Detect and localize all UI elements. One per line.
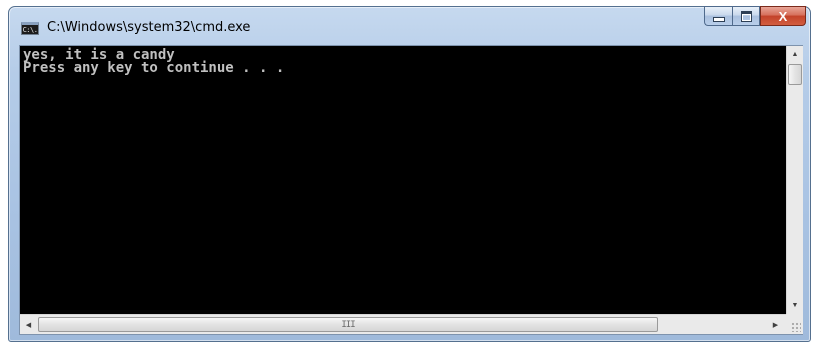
window-title: C:\Windows\system32\cmd.exe [47, 20, 251, 35]
cmd-icon[interactable]: C:\. [21, 22, 39, 35]
scroll-right-arrow-icon[interactable]: ▶ [767, 315, 784, 334]
console-output[interactable]: yes, it is a candy Press any key to cont… [20, 46, 786, 314]
console-text: yes, it is a candy Press any key to cont… [21, 48, 285, 76]
scroll-left-arrow-icon[interactable]: ◀ [20, 315, 37, 334]
grip-dots [791, 322, 801, 332]
grip-icon: III [341, 319, 355, 330]
close-icon: X [778, 8, 788, 24]
caption-buttons: X [704, 6, 806, 28]
horizontal-scrollbar[interactable]: ◀ III ▶ [20, 314, 786, 334]
vertical-scrollbar[interactable]: ▲ ▼ [786, 46, 803, 314]
scroll-up-arrow-icon[interactable]: ▲ [787, 46, 803, 63]
close-button[interactable]: X [760, 6, 806, 26]
maximize-icon [740, 10, 752, 22]
minimize-icon [712, 16, 725, 22]
console-line: Press any key to continue . . . [23, 60, 285, 76]
maximize-button[interactable] [732, 6, 760, 26]
console-frame: yes, it is a candy Press any key to cont… [19, 45, 803, 335]
resize-grip-icon[interactable] [786, 314, 803, 334]
vertical-scroll-thumb[interactable] [788, 64, 802, 85]
cmd-window: C:\. C:\Windows\system32\cmd.exe X yes, … [8, 6, 811, 342]
title-bar[interactable]: C:\. C:\Windows\system32\cmd.exe X [9, 6, 810, 47]
scroll-down-arrow-icon[interactable]: ▼ [787, 297, 803, 314]
horizontal-scroll-thumb[interactable]: III [38, 317, 658, 332]
minimize-button[interactable] [704, 6, 732, 26]
